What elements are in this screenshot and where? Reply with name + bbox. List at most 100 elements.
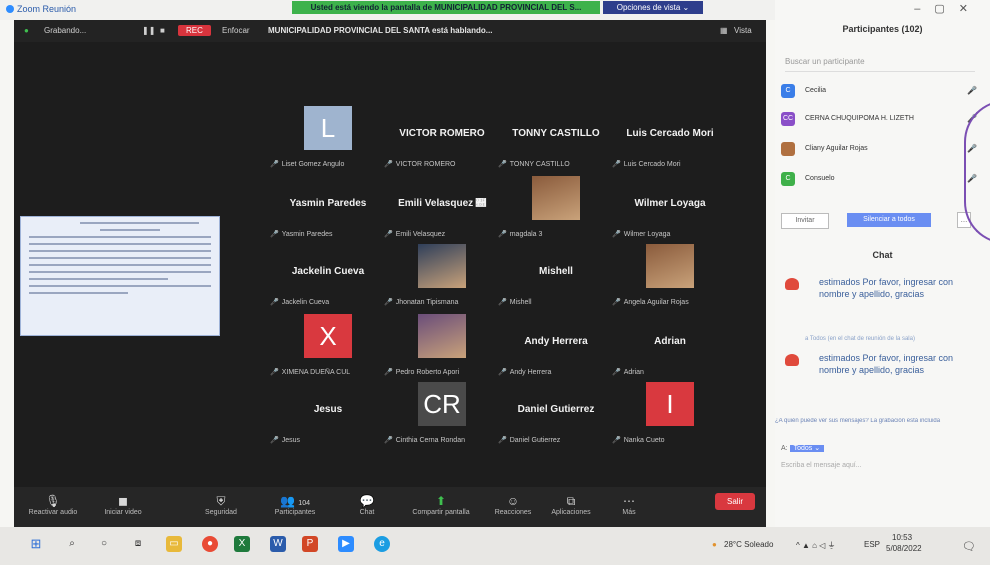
unmute-button[interactable]: 🎙 Reactivar audio [18,493,88,516]
powerpoint-icon[interactable]: P [302,536,318,552]
participant-tile[interactable]: 🎤 Jhonatan Tipismana [382,244,502,308]
language-indicator[interactable]: ESP [864,540,880,549]
zoom-taskbar-icon[interactable]: ▶ [338,536,354,552]
participant-name: Jesus [313,404,343,415]
task-view-icon[interactable]: ⧈ [130,536,146,552]
participant-name: VICTOR ROMERO [399,128,485,139]
participant-label: 🎤 Liset Gomez Angulo [270,160,386,168]
participant-label-text: Angela Aguilar Rojas [623,299,689,306]
participant-label-text: VICTOR ROMERO [395,161,456,168]
start-video-button[interactable]: ◼ Iniciar video [88,493,158,516]
security-shield-icon[interactable]: ● [24,26,29,35]
screen-share-banner: Usted está viendo la pantalla de MUNICIP… [292,1,600,14]
cortana-icon[interactable]: ○ [96,536,112,552]
view-icon[interactable]: ▦ [720,26,728,35]
participant-name: TONNY CASTILLO [512,128,600,139]
weather-text[interactable]: 28°C Soleado [724,540,773,549]
muted-mic-icon: 🎤 [384,437,393,444]
participant-name: Mishell [539,266,573,277]
participant-avatar: I [646,382,694,426]
participant-tile[interactable]: Daniel Gutierrez 🎤 Daniel Gutierrez [496,382,616,446]
invite-button[interactable]: Invitar [781,213,829,229]
title-bar: Zoom Reunión Usted está viendo la pantal… [0,0,775,20]
participant-name: CERNA CHUQUIPOMA H. LIZETH [805,115,914,122]
chat-recipient-selector[interactable]: A: Todos ⌄ [781,444,825,452]
participant-tile[interactable]: 🎤 Pedro Roberto Apori [382,314,502,378]
participant-tile[interactable]: Emili Velasquez 🛛 🎤 Emili Velasquez [382,176,502,240]
participant-tile[interactable]: Adrian 🎤 Adrian [610,314,730,378]
share-screen-button[interactable]: ⬆ Compartir pantalla [406,493,476,516]
participant-tile[interactable]: L 🎤 Liset Gomez Angulo [268,106,388,170]
app-title-text: Zoom Reunión [17,4,77,14]
leave-button[interactable]: Salir [715,493,755,510]
participant-tile[interactable]: Andy Herrera 🎤 Andy Herrera [496,314,616,378]
participant-tile[interactable]: X 🎤 XIMENA DUEÑA CUL [268,314,388,378]
participant-tile[interactable]: I 🎤 Nanka Cueto [610,382,730,446]
recording-status: Grabando... [44,26,87,35]
focus-mode-label[interactable]: Enfocar [222,26,250,35]
participant-tile[interactable]: Jackelin Cueva 🎤 Jackelin Cueva [268,244,388,308]
file-explorer-icon[interactable]: ▭ [166,536,182,552]
participant-label-text: Mishell [509,299,532,306]
system-tray-icons[interactable]: ^ ▲ ⌂ ◁ ⏚ [796,540,836,551]
stop-icon[interactable]: ■ [160,26,165,35]
participant-label: 🎤 Angela Aguilar Rojas [612,298,728,306]
participant-avatar: CR [418,382,466,426]
participant-tile[interactable]: 🎤 Angela Aguilar Rojas [610,244,730,308]
participant-label: 🎤 Jesus [270,436,386,444]
participant-tile[interactable]: Wilmer Loyaga 🎤 Wilmer Loyaga [610,176,730,240]
shared-screen-thumbnail[interactable] [20,216,220,336]
participant-label-text: Adrian [623,369,644,376]
participant-label: 🎤 VICTOR ROMERO [384,160,500,168]
chat-title: Chat [872,250,893,260]
participants-label: Participantes [274,509,316,516]
chrome-icon[interactable]: ● [202,536,218,552]
word-icon[interactable]: W [270,536,286,552]
participant-tile[interactable]: CR 🎤 Cinthia Cerna Rondan [382,382,502,446]
participant-label-text: Luis Cercado Mori [623,161,681,168]
more-button[interactable]: ⋯ Más [594,493,664,516]
participant-video-thumbnail [532,176,580,220]
clock-date[interactable]: 5/08/2022 [886,544,922,553]
participant-tile[interactable]: VICTOR ROMERO 🎤 VICTOR ROMERO [382,106,502,170]
clock-time[interactable]: 10:53 [892,533,912,542]
active-speaker-text: MUNICIPALIDAD PROVINCIAL DEL SANTA está … [268,26,493,35]
participants-button[interactable]: 👥 104 Participantes [260,493,330,516]
participant-row[interactable]: C Consuelo 🎤 [781,170,981,188]
participant-tile[interactable]: Jesus 🎤 Jesus [268,382,388,446]
participant-row[interactable]: CC CERNA CHUQUIPOMA H. LIZETH 🎤 [781,110,981,128]
edge-icon[interactable]: e [374,536,390,552]
notifications-icon[interactable]: 🗨 [962,540,976,553]
app-title: Zoom Reunión [6,4,76,14]
security-button[interactable]: ⛨ Seguridad [186,493,256,516]
apps-label: Aplicaciones [551,509,591,516]
pause-icon[interactable]: ❚❚ [142,26,155,35]
participant-tile[interactable]: Yasmin Paredes 🎤 Yasmin Paredes [268,176,388,240]
search-icon[interactable]: ⌕ [64,536,80,552]
recipient-dropdown[interactable]: Todos ⌄ [789,445,825,452]
participant-tile[interactable]: Luis Cercado Mori 🎤 Luis Cercado Mori [610,106,730,170]
muted-mic-icon: 🎤 [498,369,507,376]
reactions-label: Reacciones [494,509,532,516]
view-options-button[interactable]: Opciones de vista ⌄ [603,1,703,14]
chat-button[interactable]: 💬 Chat [332,493,402,516]
video-off-icon: ◼ [118,494,128,508]
mute-all-button[interactable]: Silenciar a todos [847,213,931,227]
participant-label: 🎤 Jhonatan Tipismana [384,298,500,306]
participant-row[interactable]: Cliany Aguilar Rojas 🎤 [781,140,981,158]
participant-row[interactable]: C Cecilia 🎤 [781,82,981,100]
participant-tile[interactable]: TONNY CASTILLO 🎤 TONNY CASTILLO [496,106,616,170]
excel-icon[interactable]: X [234,536,250,552]
view-label[interactable]: Vista [734,26,752,35]
participant-label: 🎤 Daniel Gutierrez [498,436,614,444]
window-controls[interactable]: –▢✕ [914,2,982,15]
participant-tile[interactable]: 🎤 magdala 3 [496,176,616,240]
participant-search-input[interactable]: Buscar un participante [785,57,975,72]
participant-label: 🎤 Yasmin Paredes [270,230,386,238]
participant-label-text: XIMENA DUEÑA CUL [281,369,351,376]
participant-tile[interactable]: Mishell 🎤 Mishell [496,244,616,308]
rec-badge: REC [178,25,211,36]
chat-input[interactable]: Escriba el mensaje aquí... [781,462,862,469]
windows-start-icon[interactable]: ⊞ [28,536,44,552]
muted-mic-icon: 🎤 [270,369,279,376]
